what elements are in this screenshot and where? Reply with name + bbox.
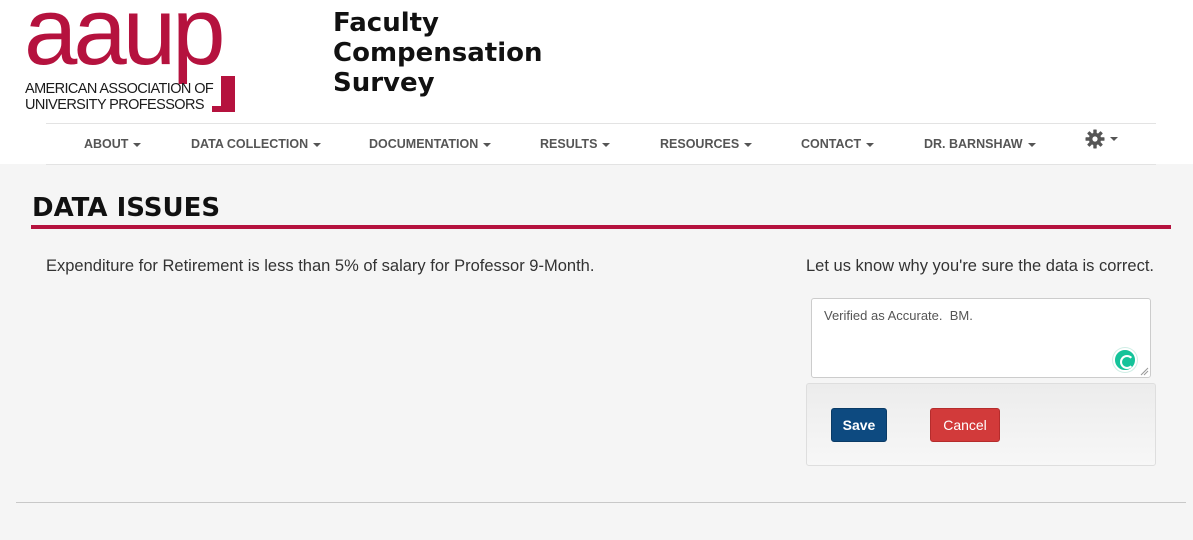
nav-item-results[interactable]: RESULTS bbox=[540, 137, 611, 151]
site-title: Faculty Compensation Survey bbox=[333, 8, 543, 98]
site-title-line-2: Compensation bbox=[333, 38, 543, 68]
gear-icon bbox=[1085, 129, 1105, 149]
logo-wordmark: aaup bbox=[24, 0, 226, 85]
cancel-button[interactable]: Cancel bbox=[930, 408, 1000, 442]
settings-menu[interactable] bbox=[1085, 129, 1118, 149]
save-button[interactable]: Save bbox=[831, 408, 887, 442]
site-header: aaup AMERICAN ASSOCIATION OF UNIVERSITY … bbox=[0, 0, 1193, 165]
nav-item-label: DATA COLLECTION bbox=[191, 137, 309, 151]
logo-line-1: AMERICAN ASSOCIATION OF bbox=[25, 81, 214, 97]
issue-description: Expenditure for Retirement is less than … bbox=[46, 257, 595, 275]
logo-line-2: UNIVERSITY PROFESSORS bbox=[25, 97, 205, 113]
caret-down-icon bbox=[133, 142, 142, 147]
resize-grip-icon[interactable] bbox=[1140, 367, 1149, 376]
site-title-line-1: Faculty bbox=[333, 8, 439, 38]
caret-down-icon bbox=[744, 142, 753, 147]
aaup-logo[interactable]: aaup AMERICAN ASSOCIATION OF UNIVERSITY … bbox=[24, 0, 264, 114]
comment-textarea[interactable] bbox=[811, 298, 1151, 378]
caret-down-icon bbox=[866, 142, 875, 147]
grammarly-icon[interactable] bbox=[1113, 348, 1137, 372]
title-divider bbox=[31, 225, 1171, 229]
caret-down-icon bbox=[1027, 142, 1036, 147]
page-title: DATA ISSUES bbox=[32, 193, 221, 223]
site-title-line-3: Survey bbox=[333, 68, 435, 98]
caret-down-icon bbox=[602, 142, 611, 147]
nav-item-label: RESULTS bbox=[540, 137, 598, 151]
nav-item-label: ABOUT bbox=[84, 137, 129, 151]
caret-down-icon bbox=[313, 142, 322, 147]
nav-item-label: DR. BARNSHAW bbox=[924, 137, 1023, 151]
nav-item-label: RESOURCES bbox=[660, 137, 740, 151]
nav-item-label: CONTACT bbox=[801, 137, 862, 151]
caret-down-icon bbox=[1110, 137, 1118, 141]
nav-item-resources[interactable]: RESOURCES bbox=[660, 137, 753, 151]
main-nav: ABOUT DATA COLLECTION DOCUMENTATION RESU… bbox=[46, 123, 1156, 165]
caret-down-icon bbox=[483, 142, 492, 147]
nav-item-documentation[interactable]: DOCUMENTATION bbox=[369, 137, 492, 151]
nav-item-label: DOCUMENTATION bbox=[369, 137, 479, 151]
comment-prompt: Let us know why you're sure the data is … bbox=[806, 257, 1154, 275]
form-actions: Save Cancel bbox=[806, 383, 1156, 466]
nav-item-user-menu[interactable]: DR. BARNSHAW bbox=[924, 137, 1036, 151]
nav-item-contact[interactable]: CONTACT bbox=[801, 137, 875, 151]
logo-descender-foot bbox=[212, 106, 235, 112]
nav-item-data-collection[interactable]: DATA COLLECTION bbox=[191, 137, 322, 151]
footer-divider bbox=[16, 502, 1186, 503]
nav-item-about[interactable]: ABOUT bbox=[84, 137, 142, 151]
